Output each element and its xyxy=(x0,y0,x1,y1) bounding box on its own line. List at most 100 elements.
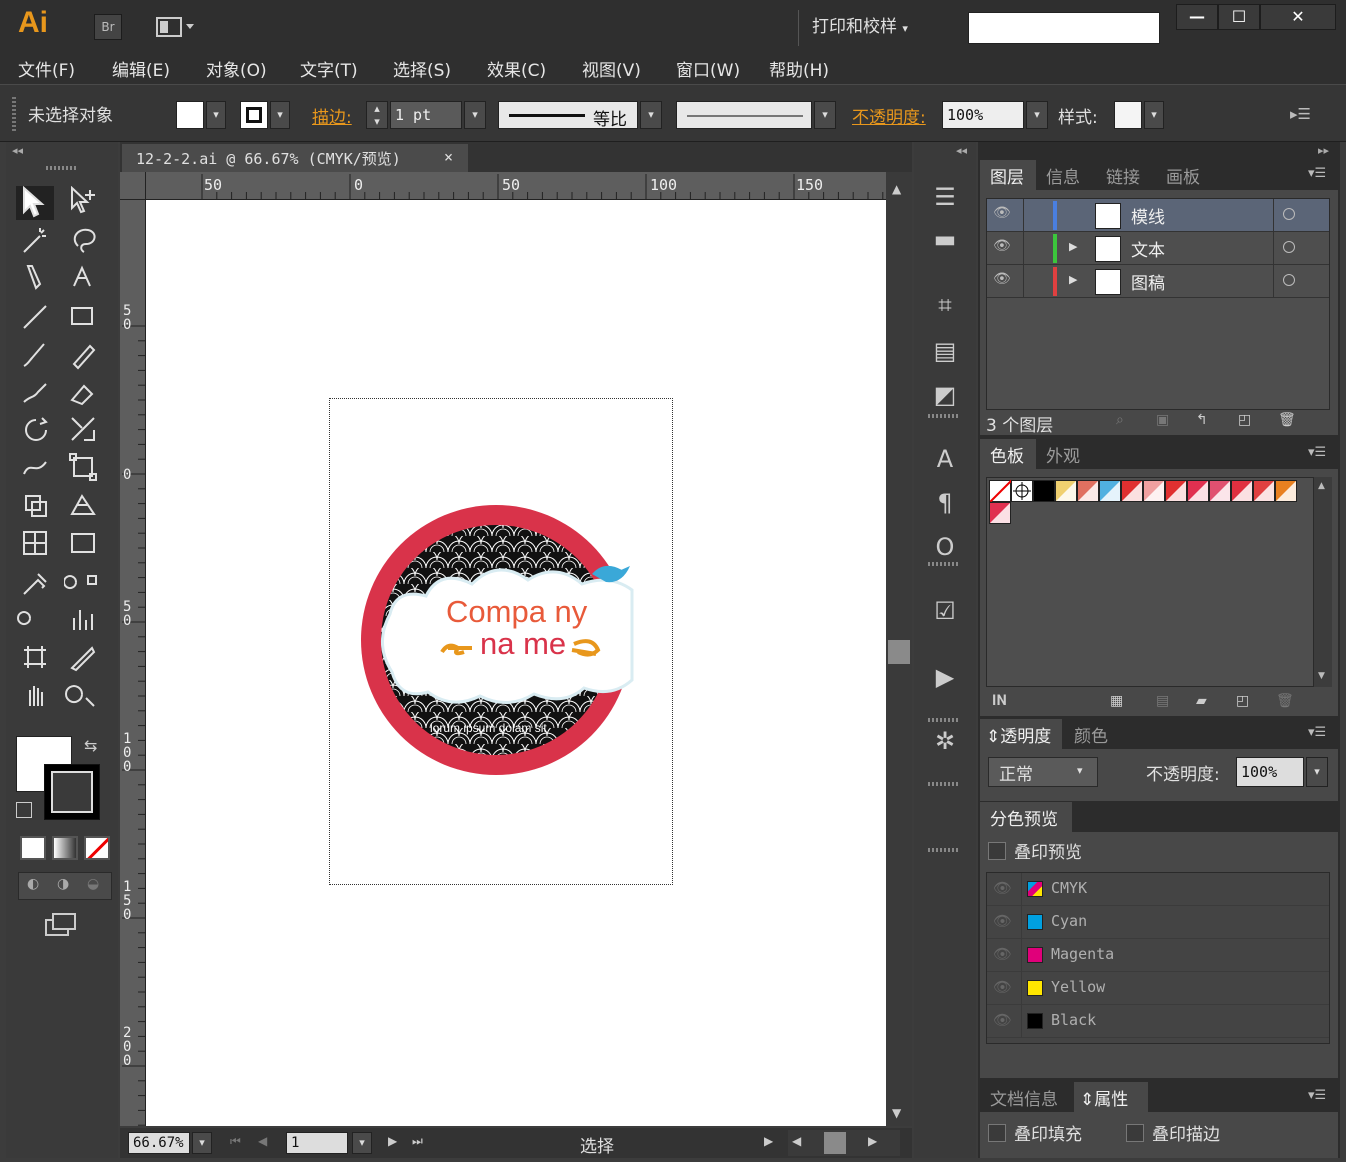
tab-layers[interactable]: 图层 xyxy=(980,160,1036,190)
color-swatch[interactable] xyxy=(1275,480,1297,502)
expand-panels-icon[interactable]: ◂◂ xyxy=(956,144,967,157)
search-input[interactable] xyxy=(968,12,1160,44)
color-swatch[interactable] xyxy=(1209,480,1231,502)
color-swatch[interactable] xyxy=(1143,480,1165,502)
transparency-opacity-field[interactable]: 100% xyxy=(1236,757,1304,787)
tab-attributes[interactable]: ⇕属性 xyxy=(1074,1082,1148,1112)
delete-swatch-icon[interactable]: 🗑 xyxy=(1276,693,1294,709)
tab-info[interactable]: 信息 xyxy=(1046,163,1080,188)
fill-swatch[interactable] xyxy=(176,101,204,129)
blend-tool-icon[interactable] xyxy=(64,566,102,600)
arrange-documents-button[interactable] xyxy=(156,16,198,38)
column-graph-tool-icon[interactable] xyxy=(64,604,102,638)
free-transform-tool-icon[interactable] xyxy=(64,452,102,486)
artboard-canvas[interactable]: Compa ny na me lorum ipsum dolam sit xyxy=(146,200,886,1126)
zoom-dropdown[interactable]: ▾ xyxy=(192,1132,212,1154)
close-tab-icon[interactable]: × xyxy=(444,148,453,166)
layer-row[interactable]: 👁 模线 xyxy=(987,199,1329,232)
swatch-none[interactable] xyxy=(989,479,1013,503)
new-color-group-icon[interactable]: ▰ xyxy=(1196,693,1207,709)
fill-dropdown[interactable]: ▾ xyxy=(206,101,226,129)
scroll-left-icon[interactable]: ◀ xyxy=(792,1134,801,1148)
tab-links[interactable]: 链接 xyxy=(1106,163,1140,188)
blend-mode-select[interactable]: 正常 ▾ xyxy=(988,757,1098,787)
blob-brush-tool-icon[interactable] xyxy=(16,376,54,410)
artboard-number-field[interactable]: 1 xyxy=(286,1132,348,1154)
selection-tool-icon[interactable] xyxy=(16,186,54,220)
color-swatch[interactable] xyxy=(1231,480,1253,502)
maximize-button[interactable]: ☐ xyxy=(1218,4,1260,30)
scroll-down-icon[interactable]: ▼ xyxy=(892,1106,901,1120)
layer-name[interactable]: 模线 xyxy=(1131,203,1165,228)
color-swatch[interactable] xyxy=(1165,480,1187,502)
target-circle-icon[interactable] xyxy=(1283,208,1295,220)
magic-wand-tool-icon[interactable] xyxy=(16,224,54,258)
pen-tool-icon[interactable] xyxy=(16,262,54,296)
profile-dropdown[interactable]: ▾ xyxy=(640,101,662,129)
overprint-preview-checkbox[interactable] xyxy=(988,842,1006,860)
vertical-scrollbar[interactable]: ▲ ▼ xyxy=(886,172,912,1126)
screen-mode-icon[interactable] xyxy=(44,912,78,938)
h-scroll-thumb[interactable] xyxy=(824,1132,846,1154)
style-dropdown[interactable]: ▾ xyxy=(1144,101,1164,129)
horizontal-ruler[interactable]: 50 0 50 100 150 xyxy=(146,172,886,200)
last-artboard-icon[interactable]: ⏭ xyxy=(412,1134,423,1149)
separation-plate-row[interactable]: 👁 Magenta xyxy=(987,939,1329,972)
tab-color[interactable]: 颜色 xyxy=(1074,722,1108,747)
color-swatch[interactable] xyxy=(1187,480,1209,502)
transparency-menu-icon[interactable]: ▾☰ xyxy=(1308,725,1326,740)
color-mode-button[interactable] xyxy=(20,836,46,860)
make-clipping-mask-icon[interactable]: ▣ xyxy=(1156,412,1169,428)
eyedropper-tool-icon[interactable] xyxy=(16,566,54,600)
transform-panel-icon[interactable]: ⌗ xyxy=(928,288,962,322)
bridge-button[interactable]: Br xyxy=(94,14,122,40)
opacity-dropdown[interactable]: ▾ xyxy=(1026,101,1048,129)
artboard-dropdown[interactable]: ▾ xyxy=(352,1132,372,1154)
menu-type[interactable]: 文字(T) xyxy=(300,56,358,81)
shape-builder-tool-icon[interactable] xyxy=(16,490,54,524)
scroll-thumb[interactable] xyxy=(888,640,910,664)
direct-selection-tool-icon[interactable] xyxy=(64,186,102,220)
target-circle-icon[interactable] xyxy=(1283,274,1295,286)
rotate-tool-icon[interactable] xyxy=(16,414,54,448)
tab-document-info[interactable]: 文档信息 xyxy=(990,1085,1058,1110)
color-swatch[interactable] xyxy=(1033,480,1055,502)
swatch-options-icon[interactable]: ▤ xyxy=(1156,693,1169,709)
new-layer-icon[interactable]: ◰ xyxy=(1238,412,1251,428)
mesh-tool-icon[interactable] xyxy=(16,528,54,562)
perspective-grid-tool-icon[interactable] xyxy=(64,490,102,524)
stroke-weight-field[interactable]: 1 pt xyxy=(390,101,462,129)
stroke-swatch-dropdown[interactable]: ▾ xyxy=(270,101,290,129)
stroke-color-box[interactable] xyxy=(44,764,100,820)
draw-normal-icon[interactable]: ◐ xyxy=(27,876,39,892)
tab-swatches[interactable]: 色板 xyxy=(980,439,1036,469)
tab-transparency[interactable]: ⇕透明度 xyxy=(980,719,1062,749)
character-panel-icon[interactable]: A xyxy=(928,442,962,476)
paragraph-panel-icon[interactable]: ¶ xyxy=(928,486,962,520)
zoom-field[interactable]: 66.67% xyxy=(128,1132,190,1154)
swatch-libraries-icon[interactable]: 𝐈𝐍 xyxy=(992,693,1007,709)
separation-plate-row[interactable]: 👁 Cyan xyxy=(987,906,1329,939)
minimize-button[interactable]: — xyxy=(1176,4,1218,30)
swap-fill-stroke-icon[interactable]: ⇆ xyxy=(84,736,97,755)
workspace-switcher[interactable]: 打印和校样 ▾ xyxy=(812,12,908,37)
navigator-panel-icon[interactable]: ✲ xyxy=(928,724,962,758)
expand-triangle-icon[interactable]: ▶ xyxy=(1069,240,1077,253)
stroke-swatch[interactable] xyxy=(240,101,268,129)
menu-view[interactable]: 视图(V) xyxy=(582,56,641,81)
opacity-field[interactable]: 100% xyxy=(942,101,1024,129)
hand-tool-icon[interactable] xyxy=(16,680,54,714)
gradient-panel-icon[interactable]: ▬ xyxy=(928,222,962,256)
plate-eye-icon[interactable]: 👁 xyxy=(993,879,1012,897)
color-swatch[interactable] xyxy=(989,502,1011,524)
status-menu-icon[interactable]: ▶ xyxy=(764,1134,773,1148)
menu-file[interactable]: 文件(F) xyxy=(18,56,75,81)
ruler-origin[interactable] xyxy=(120,172,146,200)
default-colors-icon[interactable] xyxy=(16,802,32,818)
color-swatch[interactable] xyxy=(1055,480,1077,502)
brush-dropdown[interactable]: ▾ xyxy=(814,101,836,129)
document-tab[interactable]: 12-2-2.ai @ 66.67% (CMYK/预览) × xyxy=(122,144,468,172)
color-swatch[interactable] xyxy=(1121,480,1143,502)
transparency-opacity-dropdown[interactable]: ▾ xyxy=(1306,757,1328,787)
type-tool-icon[interactable] xyxy=(64,262,102,296)
